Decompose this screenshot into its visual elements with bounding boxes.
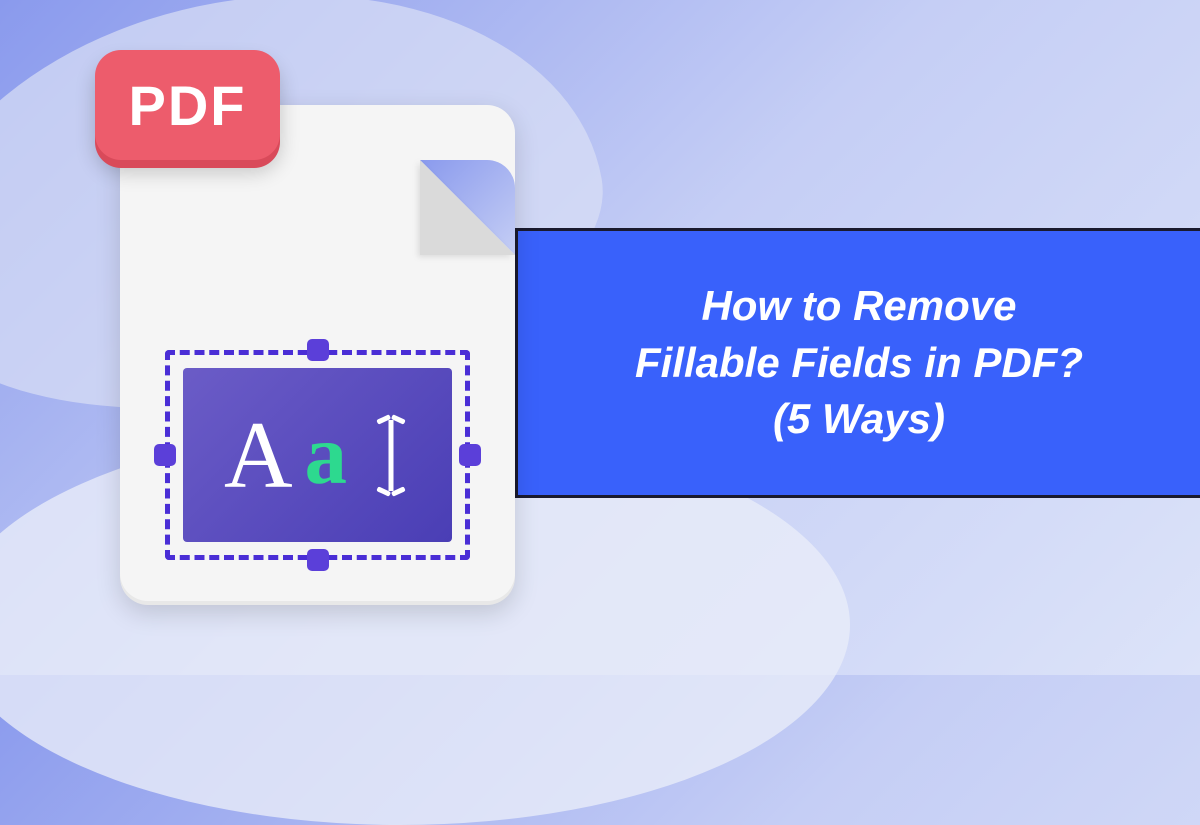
title-text: How to Remove Fillable Fields in PDF? (5… — [635, 278, 1083, 448]
resize-handle-top — [307, 339, 329, 361]
pdf-badge: PDF — [95, 50, 280, 160]
resize-handle-left — [154, 444, 176, 466]
document-fold-icon — [420, 160, 515, 255]
text-cursor-icon — [371, 408, 411, 503]
fillable-field-preview: A a — [165, 350, 470, 560]
title-line-3: (5 Ways) — [635, 391, 1083, 448]
sample-letter-lowercase: a — [305, 406, 348, 504]
document-page: A a — [120, 105, 515, 605]
sample-letter-uppercase: A — [224, 400, 293, 510]
title-banner: How to Remove Fillable Fields in PDF? (5… — [515, 228, 1200, 498]
resize-handle-bottom — [307, 549, 329, 571]
field-content-box: A a — [183, 368, 452, 542]
resize-handle-right — [459, 444, 481, 466]
document-illustration: A a PDF — [120, 50, 515, 605]
title-line-1: How to Remove — [635, 278, 1083, 335]
pdf-badge-label: PDF — [129, 73, 247, 138]
title-line-2: Fillable Fields in PDF? — [635, 335, 1083, 392]
